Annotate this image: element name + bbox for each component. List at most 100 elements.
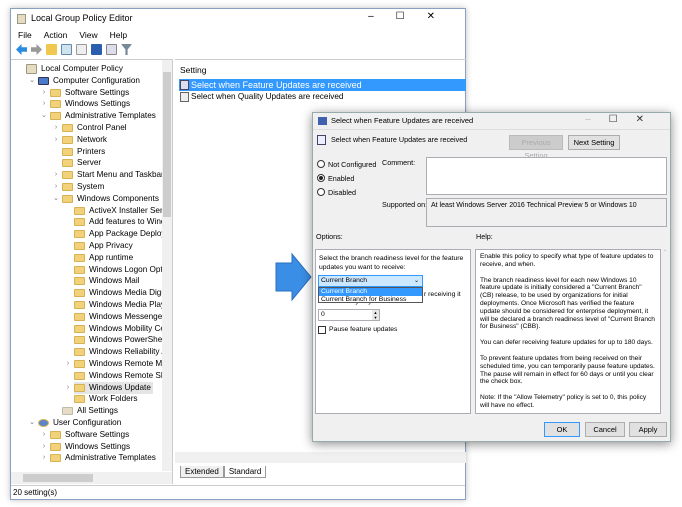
tree-item[interactable]: › Software Settings: [43, 429, 131, 441]
menu-action[interactable]: Action: [44, 30, 68, 40]
chevron-right-icon[interactable]: ›: [52, 134, 60, 146]
cancel-button[interactable]: Cancel: [585, 422, 625, 437]
tree-item[interactable]: Work Folders: [74, 393, 140, 405]
tree-item-label: Work Folders: [89, 394, 138, 404]
dropdown-option[interactable]: Current Branch: [319, 288, 422, 296]
tree-item[interactable]: Windows Remote Shell: [74, 370, 173, 382]
tree-item-label: Windows Remote Shell: [89, 370, 173, 380]
apply-button[interactable]: Apply: [629, 422, 667, 437]
ok-button[interactable]: OK: [544, 422, 580, 437]
chevron-down-icon[interactable]: ⌄: [28, 75, 36, 87]
show-hide-tree-icon[interactable]: [61, 44, 72, 55]
help-scrollbar[interactable]: ⌃: [661, 249, 669, 414]
close-button[interactable]: ✕: [427, 11, 457, 22]
dialog-maximize-button[interactable]: ☐: [609, 114, 636, 125]
chevron-right-icon[interactable]: ›: [52, 181, 60, 193]
tree-item[interactable]: › Windows Settings: [43, 98, 132, 110]
tree-item[interactable]: Windows Mail: [74, 275, 142, 287]
chevron-right-icon[interactable]: ›: [52, 169, 60, 181]
chevron-right-icon[interactable]: ›: [40, 441, 48, 453]
tree-item[interactable]: Windows Media Player: [74, 299, 172, 311]
tree-item[interactable]: ActiveX Installer Service: [74, 205, 172, 217]
tree-item[interactable]: › Control Panel: [55, 122, 129, 134]
tree-item[interactable]: Local Computer Policy: [26, 63, 125, 75]
tree-item[interactable]: › System: [55, 181, 106, 193]
dialog-close-button[interactable]: ✕: [636, 114, 662, 125]
menu-bar: File Action View Help: [18, 30, 139, 40]
status-bar: 20 setting(s): [11, 485, 465, 499]
radio-enabled[interactable]: [317, 174, 325, 182]
radio-disabled[interactable]: [317, 188, 325, 196]
tree-item[interactable]: Add features to Window: [74, 216, 172, 228]
chevron-right-icon[interactable]: ›: [40, 452, 48, 464]
tree-item[interactable]: ⌄ User Configuration: [29, 417, 123, 429]
setting-row[interactable]: Select when Feature Updates are received: [179, 79, 466, 91]
properties-icon[interactable]: [106, 44, 117, 55]
previous-setting-button[interactable]: Previous Setting: [509, 135, 563, 160]
tree-item[interactable]: › Software Settings: [43, 87, 131, 99]
tree-item[interactable]: › Start Menu and Taskbar: [55, 169, 166, 181]
tree-item[interactable]: › Windows Update: [67, 381, 153, 394]
chevron-right-icon[interactable]: ›: [40, 429, 48, 441]
chevron-down-icon[interactable]: ⌄: [28, 417, 36, 429]
tree-item[interactable]: › Network: [55, 134, 109, 146]
radio-not-configured[interactable]: [317, 160, 325, 168]
tree-item[interactable]: Windows Logon Optior: [74, 264, 172, 276]
tree-item-label: App Privacy: [89, 241, 133, 250]
column-header-setting[interactable]: Setting: [180, 65, 206, 75]
menu-help[interactable]: Help: [110, 30, 127, 40]
tree-item[interactable]: Printers: [62, 146, 107, 158]
tree-item[interactable]: › Administrative Templates: [43, 452, 158, 464]
tree-item[interactable]: ⌄ Computer Configuration: [29, 75, 142, 87]
back-icon[interactable]: [16, 44, 27, 55]
spinner-arrows-icon[interactable]: ▲ ▼: [372, 310, 379, 320]
tree-item[interactable]: Server: [62, 157, 103, 169]
menu-view[interactable]: View: [79, 30, 97, 40]
chevron-down-icon[interactable]: ⌄: [52, 193, 60, 205]
pause-checkbox[interactable]: [318, 326, 326, 334]
menu-file[interactable]: File: [18, 30, 32, 40]
tree-item-label: Administrative Templates: [65, 453, 156, 463]
dropdown-option[interactable]: Current Branch for Business: [319, 296, 422, 304]
chevron-right-icon[interactable]: ›: [52, 122, 60, 134]
tree-item[interactable]: All Settings: [62, 405, 120, 417]
settings-horizontal-scrollbar[interactable]: [175, 452, 466, 463]
tree-item[interactable]: App runtime: [74, 252, 135, 264]
minimize-button[interactable]: –: [368, 11, 396, 22]
setting-row[interactable]: Select when Quality Updates are received: [179, 91, 343, 103]
tree-item[interactable]: ⌄ Administrative Templates: [41, 110, 158, 122]
branch-select[interactable]: Current Branch ⌄: [318, 275, 423, 287]
chevron-right-icon[interactable]: ›: [40, 98, 48, 110]
export-list-icon[interactable]: [76, 44, 87, 55]
tree-item[interactable]: Windows Media Digital: [74, 287, 172, 299]
tab-extended[interactable]: Extended: [180, 466, 224, 478]
chevron-down-icon[interactable]: ⌄: [40, 110, 48, 122]
tree-item[interactable]: Windows Messenger: [74, 311, 167, 323]
window-title-bar: Local Group Policy Editor: [17, 13, 133, 24]
defer-days-spinner[interactable]: 0 ▲ ▼: [318, 309, 380, 321]
next-setting-button[interactable]: Next Setting: [568, 135, 620, 150]
tree-vertical-scrollbar[interactable]: [162, 60, 172, 471]
dialog-minimize-button[interactable]: –: [585, 114, 609, 125]
tree-item-label: Windows Components: [77, 193, 159, 203]
tree-item[interactable]: Windows Reliability Ana: [74, 346, 172, 358]
tree-item-label: App Package Deployme: [89, 229, 173, 239]
help-icon[interactable]: [91, 44, 102, 55]
chevron-right-icon[interactable]: ›: [64, 358, 72, 370]
up-folder-icon[interactable]: [46, 44, 57, 55]
tab-standard[interactable]: Standard: [223, 466, 267, 478]
tree-horizontal-scrollbar[interactable]: [11, 472, 172, 484]
tree-item[interactable]: › Windows Remote Mana: [67, 358, 172, 370]
chevron-right-icon[interactable]: ›: [40, 87, 48, 99]
chevron-right-icon[interactable]: ›: [64, 382, 72, 394]
tree-item[interactable]: Windows PowerShell: [74, 334, 168, 346]
tree-item[interactable]: Windows Mobility Cent: [74, 323, 172, 335]
tree-item[interactable]: ⌄ Windows Components: [53, 193, 161, 205]
tree-item[interactable]: App Package Deployme: [74, 228, 173, 240]
forward-icon[interactable]: [31, 44, 42, 55]
maximize-button[interactable]: ☐: [396, 11, 427, 22]
tree-item[interactable]: › Windows Settings: [43, 441, 132, 453]
tree-item[interactable]: App Privacy: [74, 240, 135, 252]
filter-icon[interactable]: [121, 44, 132, 55]
comment-textarea[interactable]: [426, 157, 667, 195]
